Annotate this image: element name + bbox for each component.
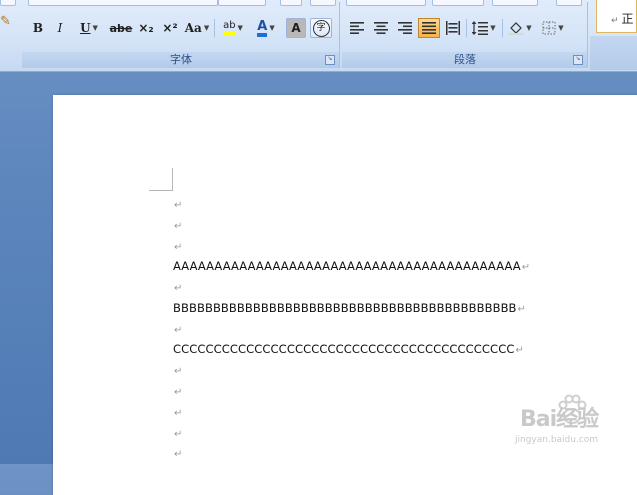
paragraph[interactable]: ↵ — [173, 239, 182, 253]
clear-format-button[interactable] — [310, 0, 336, 6]
highlight-button[interactable]: ab ▼ — [216, 18, 250, 38]
paragraph-mark-icon: ↵ — [174, 408, 183, 419]
style-gallery-item[interactable]: ↵ 正 — [596, 0, 637, 33]
line-spacing-icon — [472, 21, 489, 35]
paint-bucket-icon — [508, 22, 525, 35]
bold-button[interactable]: B — [28, 18, 48, 38]
paragraph-mark-icon: ↵ — [174, 221, 183, 232]
paragraph-mark-icon: ↵ — [174, 387, 183, 398]
grow-font-button[interactable] — [280, 0, 302, 6]
paragraph-mark-icon: ↵ — [515, 345, 524, 356]
chevron-down-icon: ▼ — [92, 24, 98, 32]
paragraph-mark-icon: ↵ — [174, 366, 183, 377]
italic-button[interactable]: I — [50, 18, 70, 38]
font-dialog-launcher-icon[interactable]: ↘ — [325, 55, 335, 65]
justify-button[interactable] — [418, 18, 440, 38]
paragraph-mark-icon: ↵ — [174, 200, 183, 211]
font-color-icon: A — [257, 20, 268, 37]
watermark-brand: Bai经验 — [520, 407, 599, 432]
paragraph-mark-icon: ↵ — [517, 304, 527, 315]
font-group-label: 字体 — [22, 52, 340, 68]
superscript-button[interactable]: ×² — [159, 18, 181, 38]
paragraph[interactable]: ↵ — [173, 197, 182, 211]
paragraph[interactable]: ↵ — [173, 363, 182, 377]
watermark: Bai经验 jingyan.baidu.com — [515, 393, 630, 453]
strikethrough-button[interactable]: abe — [108, 18, 134, 38]
paragraph-mark-icon: ↵ — [174, 283, 183, 294]
align-left-icon — [350, 22, 364, 34]
paragraph[interactable]: ↵ — [173, 322, 182, 336]
paragraph-mark-icon: ↵ — [174, 242, 183, 253]
chevron-down-icon: ▼ — [558, 24, 564, 32]
borders-button[interactable]: ▼ — [538, 18, 568, 38]
chevron-down-icon: ▼ — [237, 24, 243, 32]
enclose-characters-button[interactable]: 字 — [310, 18, 332, 38]
enclose-character-icon: 字 — [312, 19, 330, 37]
paragraph[interactable]: BBBBBBBBBBBBBBBBBBBBBBBBBBBBBBBBBBBBBBBB… — [173, 301, 526, 315]
indent-buttons-strip[interactable] — [432, 0, 484, 6]
divider — [214, 19, 215, 37]
border-icon — [542, 21, 556, 35]
divider — [502, 19, 503, 37]
align-center-icon — [374, 22, 388, 34]
paragraph-mark-icon: ↵ — [174, 325, 183, 336]
clipboard-strip — [0, 0, 16, 6]
align-left-button[interactable] — [346, 18, 368, 38]
font-name-box[interactable] — [28, 0, 218, 6]
font-group: B I U ▼ abe ×₂ ×² Aa ▼ ab ▼ A ▼ A 字 字体 ↘ — [22, 0, 340, 70]
group-separator — [587, 2, 588, 68]
watermark-url: jingyan.baidu.com — [515, 435, 599, 445]
chevron-down-icon: ▼ — [203, 24, 210, 32]
sort-buttons-strip[interactable] — [492, 0, 538, 6]
paragraph-group-label: 段落 — [342, 52, 588, 68]
paragraph-text: AAAAAAAAAAAAAAAAAAAAAAAAAAAAAAAAAAAAAAAA… — [173, 259, 521, 273]
paragraph-text: CCCCCCCCCCCCCCCCCCCCCCCCCCCCCCCCCCCCCCCC… — [173, 342, 515, 356]
highlighter-icon: ab — [223, 20, 236, 36]
character-shading-button[interactable]: A — [286, 18, 306, 38]
styles-group-area — [590, 36, 637, 70]
paragraph[interactable]: ↵ — [173, 446, 182, 460]
align-right-icon — [398, 22, 412, 34]
ribbon: ✎ B I U ▼ abe ×₂ ×² Aa ▼ ab ▼ A ▼ A 字 字体… — [0, 0, 637, 72]
paragraph-dialog-launcher-icon[interactable]: ↘ — [573, 55, 583, 65]
paragraph-mark-icon: ↵ — [174, 449, 183, 460]
paragraph-mark-icon: ↵ — [611, 16, 619, 26]
align-center-button[interactable] — [370, 18, 392, 38]
group-separator — [339, 2, 340, 68]
divider — [466, 19, 467, 37]
paragraph[interactable]: CCCCCCCCCCCCCCCCCCCCCCCCCCCCCCCCCCCCCCCC… — [173, 342, 524, 356]
style-name: 正 — [621, 12, 634, 26]
chevron-down-icon: ▼ — [526, 24, 532, 32]
chevron-down-icon: ▼ — [269, 24, 275, 32]
font-size-box[interactable] — [218, 0, 266, 6]
line-spacing-button[interactable]: ▼ — [469, 18, 499, 38]
justify-icon — [422, 22, 436, 34]
show-marks-button[interactable] — [556, 0, 582, 6]
underline-button[interactable]: U ▼ — [74, 18, 104, 38]
paragraph[interactable]: ↵ — [173, 426, 182, 440]
paragraph-group: ▼ ▼ ▼ 段落 ↘ — [342, 0, 588, 70]
paragraph-mark-icon: ↵ — [521, 262, 531, 273]
paragraph-mark-icon: ↵ — [174, 429, 183, 440]
font-color-button[interactable]: A ▼ — [250, 18, 282, 38]
subscript-button[interactable]: ×₂ — [135, 18, 157, 38]
list-buttons-strip[interactable] — [346, 0, 426, 6]
change-case-button[interactable]: Aa ▼ — [182, 18, 212, 38]
distributed-align-icon — [446, 21, 460, 35]
shading-button[interactable]: ▼ — [504, 18, 536, 38]
change-case-label: Aa — [184, 21, 202, 35]
paragraph-text: BBBBBBBBBBBBBBBBBBBBBBBBBBBBBBBBBBBBBBBB… — [173, 301, 517, 315]
paragraph[interactable]: ↵ — [173, 218, 182, 232]
distributed-align-button[interactable] — [442, 18, 464, 38]
paragraph[interactable]: ↵ — [173, 384, 182, 398]
format-painter-icon[interactable]: ✎ — [0, 14, 14, 32]
paragraph[interactable]: ↵ — [173, 405, 182, 419]
paragraph[interactable]: ↵ — [173, 280, 182, 294]
chevron-down-icon: ▼ — [490, 24, 496, 32]
margin-corner-mark — [149, 168, 173, 191]
align-right-button[interactable] — [394, 18, 416, 38]
paragraph[interactable]: AAAAAAAAAAAAAAAAAAAAAAAAAAAAAAAAAAAAAAAA… — [173, 259, 530, 273]
underline-label: U — [80, 21, 91, 35]
